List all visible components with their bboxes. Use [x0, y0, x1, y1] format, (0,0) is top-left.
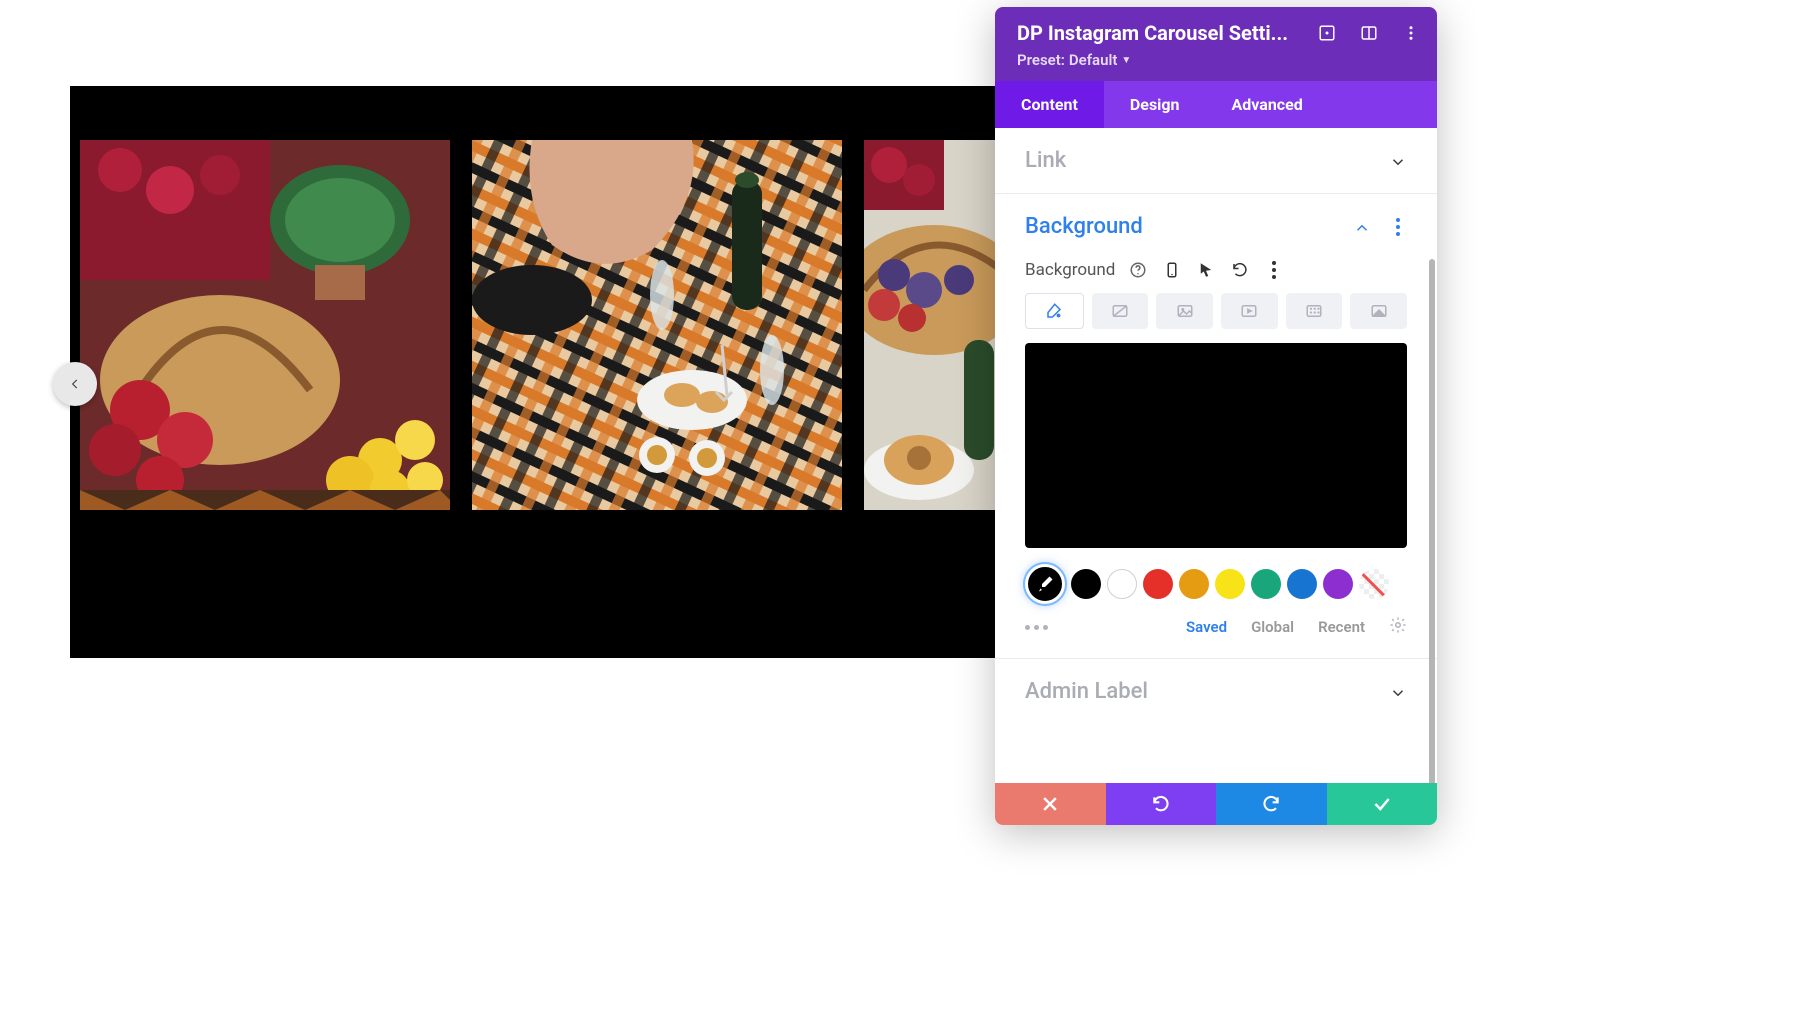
responsive-icon[interactable] — [1161, 259, 1183, 281]
preset-label: Preset: — [1017, 51, 1065, 69]
chevron-down-icon — [1389, 152, 1407, 170]
color-swatch-row — [1025, 564, 1407, 604]
carousel-preview — [70, 86, 995, 658]
background-field-label: Background — [1025, 260, 1115, 280]
preset-value: Default — [1069, 51, 1118, 69]
bg-type-pattern[interactable] — [1286, 293, 1343, 329]
carousel-slides — [80, 140, 995, 510]
section-background-label: Background — [1025, 214, 1143, 239]
snap-icon[interactable] — [1359, 23, 1379, 43]
section-admin-label-label: Admin Label — [1025, 679, 1148, 704]
background-type-tabs — [1025, 293, 1407, 329]
help-icon[interactable] — [1127, 259, 1149, 281]
color-swatch[interactable] — [1251, 569, 1281, 599]
section-more-icon[interactable] — [1389, 218, 1407, 236]
background-subsection: Background — [995, 259, 1437, 658]
color-swatch[interactable] — [1287, 569, 1317, 599]
bg-type-color[interactable] — [1025, 293, 1084, 329]
background-color-preview[interactable] — [1025, 343, 1407, 548]
color-swatch[interactable] — [1071, 569, 1101, 599]
section-link[interactable]: Link — [995, 128, 1437, 193]
palette-tab-saved[interactable]: Saved — [1186, 618, 1227, 636]
settings-panel: DP Instagram Carousel Setti... Preset: D… — [995, 7, 1437, 825]
color-swatch[interactable] — [1323, 569, 1353, 599]
more-menu-icon[interactable] — [1401, 23, 1421, 43]
section-admin-label[interactable]: Admin Label — [995, 659, 1437, 724]
undo-button[interactable] — [1106, 783, 1217, 825]
color-swatch[interactable] — [1143, 569, 1173, 599]
bg-type-gradient[interactable] — [1092, 293, 1149, 329]
eyedropper-swatch[interactable] — [1025, 564, 1065, 604]
palette-footer: Saved Global Recent — [1025, 612, 1407, 638]
palette-settings-icon[interactable] — [1389, 616, 1407, 638]
color-swatch[interactable] — [1179, 569, 1209, 599]
panel-footer — [995, 783, 1437, 825]
panel-title: DP Instagram Carousel Setti... — [1017, 21, 1327, 45]
palette-more-icon[interactable] — [1025, 625, 1048, 630]
carousel-slide[interactable] — [472, 140, 842, 510]
bg-type-image[interactable] — [1156, 293, 1213, 329]
chevron-down-icon — [1389, 683, 1407, 701]
carousel-slide[interactable] — [80, 140, 450, 510]
field-more-icon[interactable] — [1263, 259, 1285, 281]
panel-header: DP Instagram Carousel Setti... Preset: D… — [995, 7, 1437, 81]
section-background[interactable]: Background — [995, 194, 1437, 259]
no-color-swatch[interactable] — [1359, 569, 1389, 599]
save-button[interactable] — [1327, 783, 1438, 825]
chevron-up-icon — [1353, 218, 1371, 236]
header-icons — [1317, 23, 1421, 43]
carousel-slide[interactable] — [864, 140, 995, 510]
panel-body: Link Background Background — [995, 128, 1437, 783]
color-swatch[interactable] — [1215, 569, 1245, 599]
background-label-row: Background — [1025, 259, 1407, 281]
palette-tab-recent[interactable]: Recent — [1318, 618, 1365, 636]
bg-type-mask[interactable] — [1350, 293, 1407, 329]
chevron-down-icon: ▼ — [1121, 55, 1131, 66]
preset-line[interactable]: Preset: Default ▼ — [1017, 51, 1415, 69]
hover-icon[interactable] — [1195, 259, 1217, 281]
expand-icon[interactable] — [1317, 23, 1337, 43]
tab-content[interactable]: Content — [995, 81, 1104, 128]
tab-design[interactable]: Design — [1104, 81, 1206, 128]
section-link-label: Link — [1025, 148, 1066, 173]
tab-advanced[interactable]: Advanced — [1206, 81, 1329, 128]
bg-type-video[interactable] — [1221, 293, 1278, 329]
redo-button[interactable] — [1216, 783, 1327, 825]
cancel-button[interactable] — [995, 783, 1106, 825]
palette-tab-global[interactable]: Global — [1251, 618, 1294, 636]
panel-tabs: Content Design Advanced — [995, 81, 1437, 128]
reset-icon[interactable] — [1229, 259, 1251, 281]
carousel-prev-button[interactable] — [53, 362, 97, 406]
scrollbar[interactable] — [1429, 259, 1435, 783]
color-swatch[interactable] — [1107, 569, 1137, 599]
